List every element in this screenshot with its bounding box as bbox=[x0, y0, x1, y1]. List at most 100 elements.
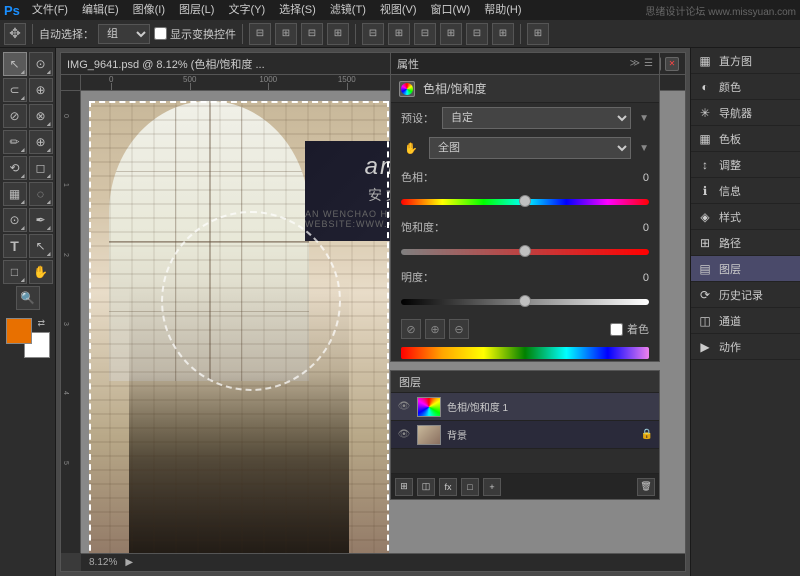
panel-actions[interactable]: ▶ 动作 bbox=[691, 334, 800, 360]
ruler-h-tick-mark-500 bbox=[190, 83, 191, 91]
hand-cursor-icon[interactable]: ✋ bbox=[401, 138, 421, 158]
layer-fx-btn[interactable]: fx bbox=[439, 478, 457, 496]
spot-heal-tool[interactable]: ⊗ bbox=[29, 104, 53, 128]
lasso-tool[interactable]: ⊙ bbox=[29, 52, 53, 76]
clone-tool[interactable]: ⊕ bbox=[29, 130, 53, 154]
panel-swatches[interactable]: ▦ 色板 bbox=[691, 126, 800, 152]
hue-slider-thumb[interactable] bbox=[519, 195, 531, 207]
foreground-color-swatch[interactable] bbox=[6, 318, 32, 344]
auto-select-dropdown[interactable]: 组 图层 bbox=[98, 24, 150, 44]
panel-layers[interactable]: ▤ 图层 bbox=[691, 256, 800, 282]
menu-text[interactable]: 文字(Y) bbox=[222, 0, 271, 20]
menu-file[interactable]: 文件(F) bbox=[26, 0, 74, 20]
close-btn[interactable]: ✕ bbox=[665, 57, 679, 71]
saturation-value: 0 bbox=[619, 222, 649, 234]
colorize-label-row[interactable]: 着色 bbox=[610, 321, 649, 337]
distribute-btn-5[interactable]: ⊟ bbox=[466, 23, 488, 45]
path-select-tool[interactable]: ↖ bbox=[29, 234, 53, 258]
lightness-value: 0 bbox=[619, 272, 649, 284]
panel-navigator[interactable]: ✳ 导航器 bbox=[691, 100, 800, 126]
paths-icon: ⊞ bbox=[697, 235, 713, 251]
eyedropper-tool[interactable]: ⊘ bbox=[3, 104, 27, 128]
gradient-tool[interactable]: ▦ bbox=[3, 182, 27, 206]
swap-colors-btn[interactable]: ⇄ bbox=[38, 318, 50, 330]
zoom-indicator[interactable]: ▶ bbox=[125, 557, 133, 568]
panel-adjustments[interactable]: ↕ 调整 bbox=[691, 152, 800, 178]
text-tool[interactable]: T bbox=[3, 234, 27, 258]
align-btn-1[interactable]: ⊟ bbox=[249, 23, 271, 45]
crop-tool[interactable]: ⊕ bbox=[29, 78, 53, 102]
saturation-slider-container[interactable] bbox=[401, 243, 649, 259]
panel-color[interactable]: ◐ 颜色 bbox=[691, 74, 800, 100]
props-expand-btn[interactable]: ≫ bbox=[630, 58, 640, 69]
arrange-btn[interactable]: ⊞ bbox=[527, 23, 549, 45]
colorize-checkbox[interactable] bbox=[610, 323, 623, 336]
menu-select[interactable]: 选择(S) bbox=[273, 0, 322, 20]
panel-styles[interactable]: ◈ 样式 bbox=[691, 204, 800, 230]
menu-window[interactable]: 窗口(W) bbox=[425, 0, 477, 20]
layers-panel-header: 图层 bbox=[391, 371, 659, 393]
panel-histogram[interactable]: ▦ 直方图 bbox=[691, 48, 800, 74]
layer-link-btn[interactable]: ⊞ bbox=[395, 478, 413, 496]
panel-layers-label: 图层 bbox=[719, 261, 741, 277]
menu-filter[interactable]: 滤镜(T) bbox=[324, 0, 372, 20]
layer-mask-btn[interactable]: ◫ bbox=[417, 478, 435, 496]
pen-tool[interactable]: ✒ bbox=[29, 208, 53, 232]
window-grid-line-h2 bbox=[109, 241, 309, 242]
saturation-label-value: 饱和度： 0 bbox=[401, 219, 649, 237]
brush-tool[interactable]: ✏ bbox=[3, 130, 27, 154]
properties-panel: 属性 ≫ ☰ 色相/饱和度 预设： 自定 默认值 ▼ ✋ 全图 bbox=[390, 52, 660, 362]
hue-slider-container[interactable] bbox=[401, 193, 649, 209]
channel-dropdown-arrow[interactable]: ▼ bbox=[639, 143, 649, 154]
move-tool-btn[interactable]: ✥ bbox=[4, 23, 26, 45]
saturation-slider-thumb[interactable] bbox=[519, 245, 531, 257]
panel-color-label: 颜色 bbox=[719, 79, 741, 95]
hand-tool[interactable]: ✋ bbox=[29, 260, 53, 284]
layer-visibility-eye-2[interactable]: 👁 bbox=[397, 428, 411, 442]
show-transform-label[interactable]: 显示变换控件 bbox=[154, 26, 236, 42]
panel-channels[interactable]: ◫ 通道 bbox=[691, 308, 800, 334]
eyedropper-tool-icon[interactable]: ⊘ bbox=[401, 319, 421, 339]
preset-dropdown-arrow[interactable]: ▼ bbox=[639, 113, 649, 124]
lightness-slider-container[interactable] bbox=[401, 293, 649, 309]
layer-visibility-eye-1[interactable]: 👁 bbox=[397, 400, 411, 414]
eyedropper-add-icon[interactable]: ⊕ bbox=[425, 319, 445, 339]
preset-dropdown[interactable]: 自定 默认值 bbox=[442, 107, 631, 129]
distribute-btn-6[interactable]: ⊞ bbox=[492, 23, 514, 45]
distribute-btn-2[interactable]: ⊞ bbox=[388, 23, 410, 45]
menu-view[interactable]: 视图(V) bbox=[374, 0, 423, 20]
props-menu-btn[interactable]: ☰ bbox=[644, 58, 653, 69]
eyedropper-subtract-icon[interactable]: ⊖ bbox=[449, 319, 469, 339]
distribute-btn-4[interactable]: ⊞ bbox=[440, 23, 462, 45]
shape-tool[interactable]: □ bbox=[3, 260, 27, 284]
menu-edit[interactable]: 编辑(E) bbox=[76, 0, 125, 20]
selection-tool[interactable]: ↖ bbox=[3, 52, 27, 76]
show-transform-checkbox[interactable] bbox=[154, 27, 167, 40]
align-btn-3[interactable]: ⊟ bbox=[301, 23, 323, 45]
distribute-btn-3[interactable]: ⊟ bbox=[414, 23, 436, 45]
align-btn-2[interactable]: ⊞ bbox=[275, 23, 297, 45]
lightness-slider-thumb[interactable] bbox=[519, 295, 531, 307]
menu-help[interactable]: 帮助(H) bbox=[478, 0, 527, 20]
panel-info[interactable]: ℹ 信息 bbox=[691, 178, 800, 204]
dodge-tool[interactable]: ⊙ bbox=[3, 208, 27, 232]
align-btn-4[interactable]: ⊞ bbox=[327, 23, 349, 45]
menu-image[interactable]: 图像(I) bbox=[127, 0, 171, 20]
new-layer-group-btn[interactable]: □ bbox=[461, 478, 479, 496]
layer-thumbnail-2 bbox=[417, 425, 441, 445]
distribute-btn-1[interactable]: ⊟ bbox=[362, 23, 384, 45]
layer-item-bg[interactable]: 👁 背景 🔒 bbox=[391, 421, 659, 449]
ruler-v-label-4: 4 bbox=[62, 391, 69, 395]
new-layer-btn[interactable]: + bbox=[483, 478, 501, 496]
menu-layer[interactable]: 图层(L) bbox=[173, 0, 220, 20]
panel-paths[interactable]: ⊞ 路径 bbox=[691, 230, 800, 256]
history-brush-tool[interactable]: ⟲ bbox=[3, 156, 27, 180]
zoom-tool[interactable]: 🔍 bbox=[16, 286, 40, 310]
panel-history[interactable]: ⟳ 历史记录 bbox=[691, 282, 800, 308]
quick-select-tool[interactable]: ⊂ bbox=[3, 78, 27, 102]
channel-dropdown[interactable]: 全图 红色 黄色 绿色 青色 蓝色 洋红 bbox=[429, 137, 631, 159]
eraser-tool[interactable]: ◻ bbox=[29, 156, 53, 180]
blur-tool[interactable]: ◌ bbox=[29, 182, 53, 206]
layer-item-huesat[interactable]: 👁 色相/饱和度 1 bbox=[391, 393, 659, 421]
delete-layer-btn[interactable]: 🗑 bbox=[637, 478, 655, 496]
